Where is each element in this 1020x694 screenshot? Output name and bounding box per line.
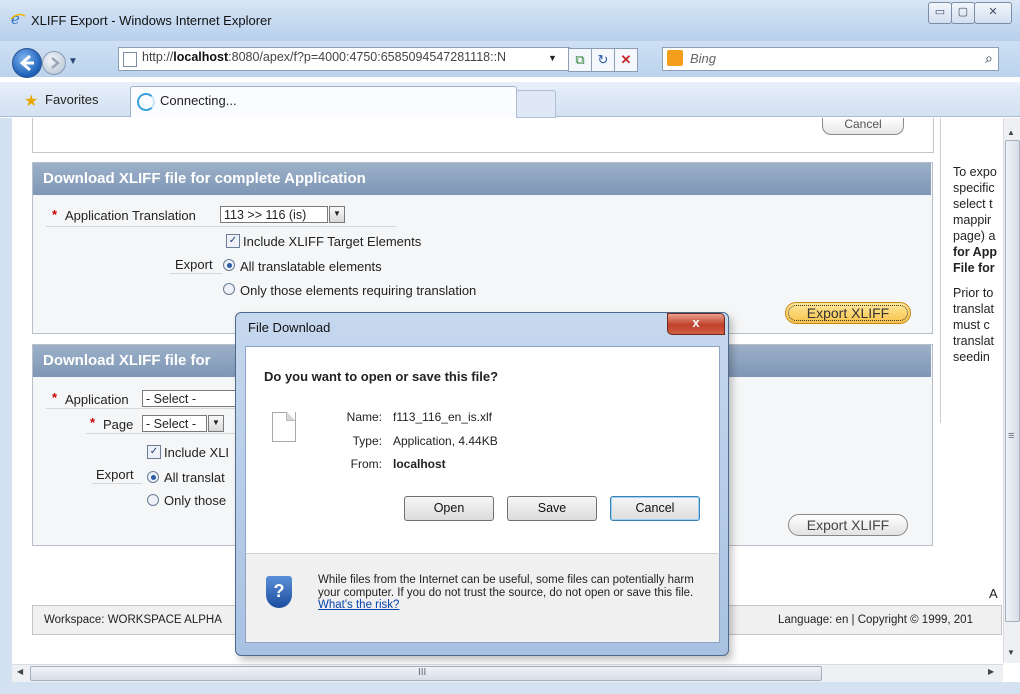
required-marker: * [52,390,58,405]
forward-button[interactable] [42,51,66,75]
radio-only-required[interactable] [223,283,235,295]
dialog-title: File Download [248,320,331,335]
dialog-close-button[interactable]: x [667,313,725,335]
page-select[interactable]: - Select - [142,415,207,432]
radio-only-label-2: Only those [164,493,227,508]
app-translation-select[interactable]: 113 >> 116 (is) [220,206,328,223]
type-key: Type: [352,434,382,448]
address-url: http://localhost:8080/apex/f?p=4000:4750… [142,50,507,64]
previous-panel [32,118,934,153]
page-label: Page [103,417,134,432]
export-xliff-button-2[interactable]: Export XLIFF [788,514,908,536]
scroll-right-icon[interactable]: ▶ [988,667,994,676]
warning-text: While files from the Internet can be use… [318,574,708,612]
radio-only-required-2[interactable] [147,494,159,506]
include-target-checkbox[interactable]: ✓ [226,234,240,248]
include-target-label-2: Include XLI [164,445,230,460]
minimize-button[interactable]: ▭ [928,2,952,24]
vertical-scroll-thumb[interactable] [1005,140,1020,622]
file-icon-fold [286,412,295,421]
radio-all-elements[interactable] [223,259,235,271]
page-icon [123,52,137,67]
file-type: Application, 4.44KB [393,434,498,448]
help-text: To expo specific select t mappir page) a… [953,165,997,364]
dialog-question: Do you want to open or save this file? [264,369,499,384]
compat-view-icon[interactable]: ⧉ [568,48,592,72]
footer-a-letter: A [989,586,998,601]
chevron-down-icon[interactable]: ▼ [329,206,345,223]
security-shield-icon: ? [266,576,292,608]
loading-icon [137,93,155,111]
search-placeholder: Bing [690,51,717,66]
export-xliff-button[interactable]: Export XLIFF [785,302,911,324]
warning-message: While files from the Internet can be use… [318,574,694,599]
help-sidebar: To expo specific select t mappir page) a… [940,118,1003,423]
window-close-button[interactable]: ✕ [974,2,1012,24]
file-name: f113_116_en_is.xlf [393,410,492,424]
ie-logo-icon: e [10,10,26,28]
top-cancel-button[interactable]: Cancel [822,118,904,135]
cancel-button[interactable]: Cancel [610,496,700,521]
export-label: Export [175,257,213,272]
tab-label: Connecting... [160,93,237,108]
back-button[interactable] [12,48,42,78]
window-left-edge [0,118,12,694]
application-select[interactable]: - Select - [142,390,242,407]
required-marker: * [90,415,96,430]
bing-icon [667,50,683,66]
horizontal-grip-icon: III [418,667,427,678]
open-button[interactable]: Open [404,496,494,521]
application-label: Application [65,392,129,407]
history-dropdown-icon[interactable]: ▼ [68,56,78,67]
name-key: Name: [346,410,382,424]
refresh-icon[interactable]: ↻ [591,48,615,72]
workspace-label: Workspace: WORKSPACE ALPHA [44,614,222,626]
app-translation-label: Application Translation [65,208,196,223]
radio-all-elements-2[interactable] [147,471,159,483]
file-source: localhost [393,457,446,471]
radio-all-label-2: All translat [164,470,225,485]
scroll-left-icon[interactable]: ◀ [17,667,23,676]
new-tab-button[interactable] [516,90,556,118]
save-button[interactable]: Save [507,496,597,521]
window-bottom-edge [0,682,1020,694]
include-target-checkbox-2[interactable]: ✓ [147,445,161,459]
back-arrow-icon [19,54,34,72]
address-dropdown-icon[interactable]: ▼ [548,53,557,63]
search-icon[interactable]: ⌕ [985,50,993,67]
copyright-text: Language: en | Copyright © 1999, 201 [778,614,973,626]
required-marker: * [52,207,58,222]
favorites-star-icon[interactable]: ★ [24,91,38,111]
radio-only-label: Only those elements requiring translatio… [240,283,477,298]
scroll-up-icon[interactable]: ▲ [1007,128,1015,137]
chevron-down-icon[interactable]: ▼ [208,415,224,432]
whats-the-risk-link[interactable]: What's the risk? [318,599,399,611]
export-label-2: Export [96,467,134,482]
window-title: XLIFF Export - Windows Internet Explorer [31,13,272,28]
from-key: From: [350,457,382,471]
panel-title: Download XLIFF file for complete Applica… [33,163,931,195]
stop-icon[interactable]: ✕ [614,48,638,72]
vertical-grip-icon: ≡ [1008,430,1015,442]
scroll-down-icon[interactable]: ▼ [1007,648,1015,657]
maximize-button[interactable]: ▢ [951,2,975,24]
include-target-label: Include XLIFF Target Elements [243,234,422,249]
radio-all-label: All translatable elements [240,259,382,274]
favorites-button[interactable]: Favorites [45,92,98,107]
forward-arrow-icon [51,57,60,69]
